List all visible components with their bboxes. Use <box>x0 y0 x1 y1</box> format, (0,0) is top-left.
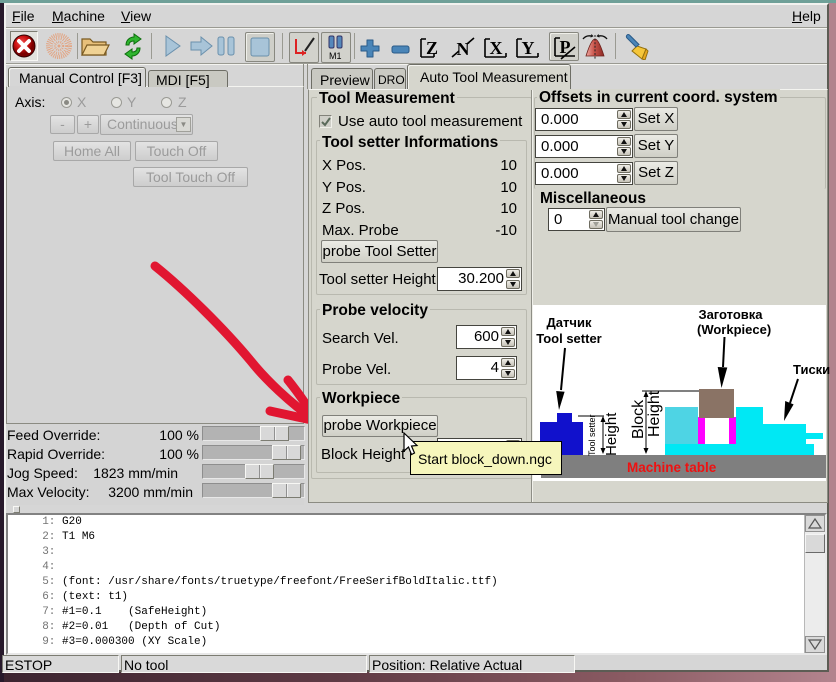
svg-text:Z: Z <box>426 38 438 58</box>
svg-text:N: N <box>457 39 470 59</box>
svg-text:X: X <box>490 38 503 58</box>
svg-text:Y: Y <box>522 38 535 58</box>
svg-text:P: P <box>560 37 571 57</box>
svg-text:M1: M1 <box>329 51 342 61</box>
